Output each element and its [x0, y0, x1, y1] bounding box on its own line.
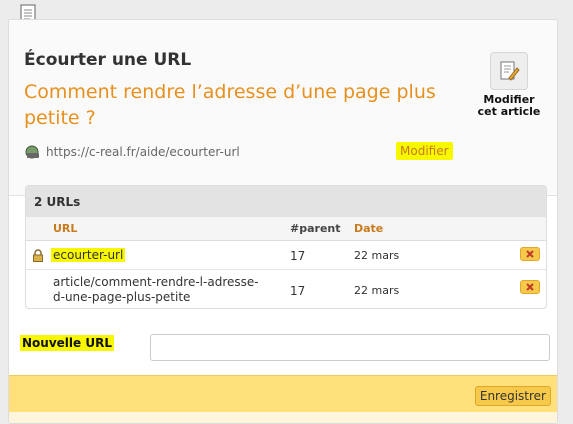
- form-footer: Enregistrer: [9, 375, 557, 412]
- parent-cell: 17: [290, 249, 306, 263]
- section-title: Écourter une URL: [24, 50, 192, 70]
- delete-url-button[interactable]: [520, 247, 540, 261]
- url-row: https://c-real.fr/aide/ecourter-url: [24, 144, 240, 160]
- column-date[interactable]: Date: [354, 222, 383, 235]
- parent-cell: 17: [290, 284, 306, 298]
- table-caption: 2 URLs: [26, 186, 546, 217]
- page-title: Comment rendre l’adresse d’une page plus…: [24, 81, 436, 129]
- modify-link[interactable]: Modifier: [396, 142, 453, 160]
- lock-icon: [33, 249, 43, 262]
- delete-icon: [526, 250, 534, 258]
- column-parent: #parent: [290, 222, 341, 235]
- table-row: ecourter-url 17 22 mars: [26, 241, 546, 270]
- date-cell: 22 mars: [354, 249, 400, 262]
- article-card: Écourter une URL Comment rendre l’adress…: [8, 19, 558, 424]
- new-url-label: Nouvelle URL: [20, 335, 114, 351]
- delete-url-button[interactable]: [520, 280, 540, 294]
- article-url[interactable]: https://c-real.fr/aide/ecourter-url: [46, 145, 240, 159]
- footer-strip: [9, 412, 557, 423]
- edit-article-icon: [490, 52, 528, 90]
- article-header: Écourter une URL Comment rendre l’adress…: [9, 20, 557, 196]
- save-button[interactable]: Enregistrer: [474, 386, 551, 406]
- table-row: article/comment-rendre-l-adresse-d-une-p…: [26, 270, 546, 308]
- edit-article-label-2: cet article: [477, 105, 541, 118]
- urls-table: 2 URLs URL #parent Date ecourter-url 17 …: [25, 185, 547, 309]
- table-header: URL #parent Date: [26, 217, 546, 241]
- edit-article-button[interactable]: Modifier cet article: [477, 52, 541, 118]
- new-url-input[interactable]: [150, 334, 550, 361]
- column-url[interactable]: URL: [53, 222, 77, 235]
- delete-icon: [526, 283, 534, 291]
- url-cell[interactable]: article/comment-rendre-l-adresse-d-une-p…: [53, 275, 263, 305]
- date-cell: 22 mars: [354, 284, 400, 297]
- globe-icon: [25, 145, 39, 159]
- url-cell[interactable]: ecourter-url: [51, 248, 126, 262]
